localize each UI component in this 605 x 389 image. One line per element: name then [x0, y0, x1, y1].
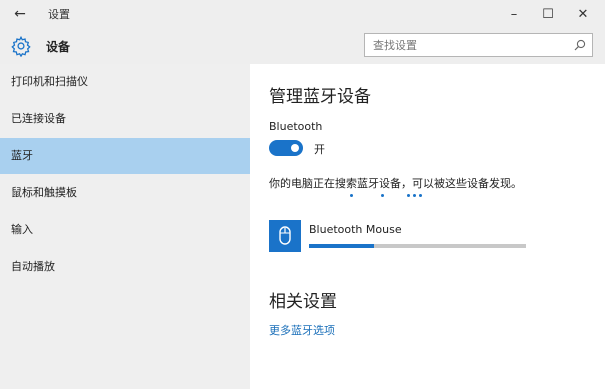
progress-dot [407, 194, 410, 197]
settings-window: ← 设置 – ☐ ✕ 设备 打印机和扫描仪 已连接设备 蓝牙 鼠标和触摸板 输入… [0, 0, 605, 389]
progress-dot [381, 194, 384, 197]
discovery-status-text: 你的电脑正在搜索蓝牙设备，可以被这些设备发现。 [269, 177, 522, 190]
device-name: Bluetooth Mouse [309, 223, 402, 236]
window-title: 设置 [48, 8, 70, 21]
sidebar-item-mouse-touchpad[interactable]: 鼠标和触摸板 [0, 175, 250, 211]
minimize-button[interactable]: – [496, 2, 532, 26]
maximize-button[interactable]: ☐ [530, 2, 566, 26]
close-button[interactable]: ✕ [565, 2, 601, 26]
toggle-state-label: 开 [314, 143, 325, 156]
bluetooth-toggle[interactable] [269, 140, 303, 156]
sidebar-item-bluetooth[interactable]: 蓝牙 [0, 138, 250, 174]
progress-dot [350, 194, 353, 197]
page-header: 设备 [0, 28, 605, 64]
device-item[interactable]: Bluetooth Mouse [269, 220, 529, 254]
more-bluetooth-options-link[interactable]: 更多蓝牙选项 [269, 322, 335, 338]
bluetooth-label: Bluetooth [269, 120, 323, 133]
back-button[interactable]: ← [10, 4, 30, 24]
progress-dot [419, 194, 422, 197]
search-icon[interactable] [573, 38, 587, 52]
search-input[interactable] [365, 34, 573, 56]
sidebar-item-printers-scanners[interactable]: 打印机和扫描仪 [0, 64, 250, 100]
pairing-progress-bar [309, 244, 526, 248]
sidebar-item-autoplay[interactable]: 自动播放 [0, 249, 250, 285]
toggle-knob [291, 144, 299, 152]
related-settings-heading: 相关设置 [269, 292, 337, 312]
search-box[interactable] [364, 33, 593, 57]
mouse-icon [269, 220, 301, 252]
gear-icon [11, 35, 31, 57]
sidebar-item-connected-devices[interactable]: 已连接设备 [0, 101, 250, 137]
section-heading: 管理蓝牙设备 [269, 87, 371, 107]
pairing-progress-fill [309, 244, 375, 248]
searching-progress-dots [350, 194, 430, 200]
page-title: 设备 [46, 40, 71, 54]
main-content: 管理蓝牙设备 Bluetooth 开 你的电脑正在搜索蓝牙设备，可以被这些设备发… [250, 64, 605, 389]
title-bar: ← 设置 – ☐ ✕ [0, 0, 605, 28]
sidebar-item-typing[interactable]: 输入 [0, 212, 250, 248]
progress-dot [413, 194, 416, 197]
sidebar: 打印机和扫描仪 已连接设备 蓝牙 鼠标和触摸板 输入 自动播放 [0, 64, 250, 389]
